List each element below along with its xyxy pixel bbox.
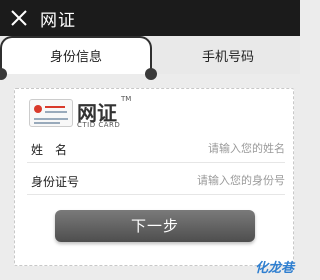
close-icon[interactable] xyxy=(10,9,28,27)
brand-subtitle: CTID CARD xyxy=(77,121,121,129)
tab-phone-number[interactable]: 手机号码 xyxy=(202,46,254,65)
form-card: 网证 TM CTID CARD 姓 名 身份证号 下一步 xyxy=(14,88,294,266)
page-title: 网证 xyxy=(40,11,76,31)
name-input[interactable] xyxy=(145,139,285,157)
id-number-label: 身份证号 xyxy=(31,175,80,189)
name-field: 姓 名 xyxy=(27,133,285,163)
next-button[interactable]: 下一步 xyxy=(55,210,255,242)
brand-trademark: TM xyxy=(121,95,132,103)
name-label: 姓 名 xyxy=(31,143,68,157)
tab-notch-left xyxy=(0,68,7,80)
tab-identity-info-label[interactable]: 身份信息 xyxy=(50,46,102,65)
tab-notch-right xyxy=(145,68,157,80)
id-number-input[interactable] xyxy=(145,171,285,189)
tab-bar: 身份信息 手机号码 xyxy=(0,36,300,80)
title-bar: 网证 xyxy=(0,0,300,36)
id-number-field: 身份证号 xyxy=(27,165,285,195)
id-card-icon xyxy=(29,99,73,127)
watermark-logo: 化龙巷 xyxy=(254,261,294,276)
